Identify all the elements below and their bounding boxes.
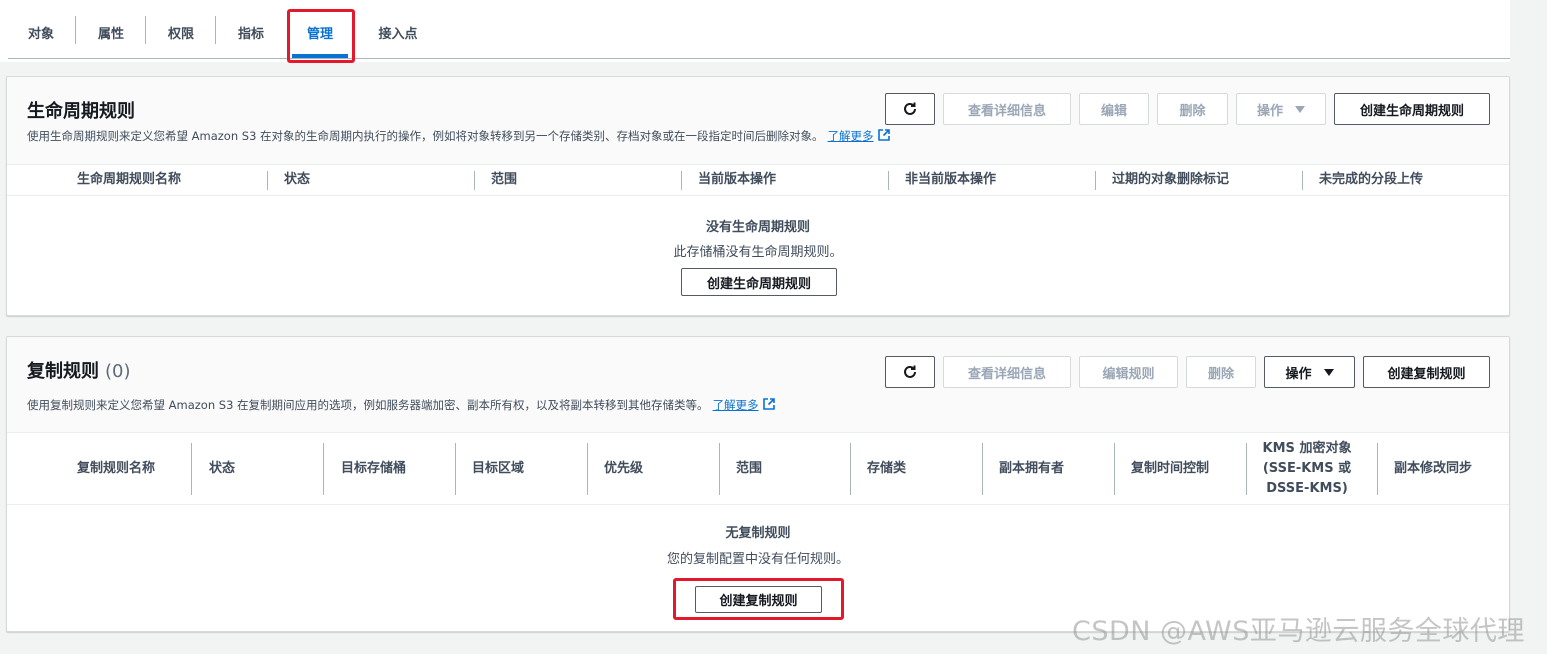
lifecycle-delete-button[interactable]: 删除 (1157, 93, 1228, 125)
column-divider (191, 443, 192, 495)
replication-description: 使用复制规则来定义您希望 Amazon S3 在复制期间应用的选项，例如服务器端… (27, 397, 775, 413)
lifecycle-col-name[interactable]: 生命周期规则名称 (77, 165, 181, 195)
lifecycle-actions-dropdown[interactable]: 操作 (1236, 93, 1326, 125)
replication-col-storage-class[interactable]: 存储类 (867, 433, 906, 504)
column-divider (1095, 171, 1096, 190)
annotation-highlight-tab (287, 9, 355, 63)
lifecycle-col-incomplete-uploads[interactable]: 未完成的分段上传 (1319, 165, 1423, 195)
tab-bar: 对象 属性 权限 指标 管理 接入点 (0, 0, 1510, 62)
replication-col-name[interactable]: 复制规则名称 (77, 433, 155, 504)
lifecycle-col-current-version[interactable]: 当前版本操作 (698, 165, 776, 195)
refresh-icon (904, 365, 916, 378)
replication-col-modification-sync[interactable]: 副本修改同步 (1394, 433, 1472, 504)
replication-title-text: 复制规则 (27, 361, 99, 382)
tab-bar-divider (8, 58, 1510, 59)
column-divider (323, 443, 324, 495)
replication-col-destination-bucket[interactable]: 目标存储桶 (341, 433, 406, 504)
caret-down-icon (1323, 368, 1334, 376)
column-divider (982, 443, 983, 495)
replication-refresh-button[interactable] (885, 356, 935, 388)
lifecycle-refresh-button[interactable] (885, 93, 935, 125)
lifecycle-rules-panel: 生命周期规则 使用生命周期规则来定义您希望 Amazon S3 在对象的生命周期… (6, 76, 1510, 316)
column-divider (587, 443, 588, 495)
lifecycle-empty-create-button[interactable]: 创建生命周期规则 (681, 268, 837, 296)
replication-delete-button[interactable]: 删除 (1186, 356, 1256, 388)
annotation-highlight-create-button (673, 578, 844, 620)
tab-access-points[interactable]: 接入点 (370, 18, 426, 46)
column-divider (1246, 443, 1247, 495)
replication-col-status[interactable]: 状态 (209, 433, 235, 504)
lifecycle-col-status[interactable]: 状态 (284, 165, 310, 195)
replication-col-destination-region[interactable]: 目标区域 (472, 433, 524, 504)
lifecycle-create-button[interactable]: 创建生命周期规则 (1334, 93, 1490, 125)
tab-divider (145, 16, 146, 44)
column-divider (850, 443, 851, 495)
lifecycle-col-noncurrent-version[interactable]: 非当前版本操作 (905, 165, 996, 195)
replication-empty-title: 无复制规则 (725, 526, 791, 541)
lifecycle-actions-label: 操作 (1256, 103, 1283, 119)
column-divider (1302, 171, 1303, 190)
tab-properties[interactable]: 属性 (88, 18, 134, 46)
lifecycle-description-text: 使用生命周期规则来定义您希望 Amazon S3 在对象的生命周期内执行的操作，… (27, 129, 824, 143)
lifecycle-col-scope[interactable]: 范围 (491, 165, 517, 195)
lifecycle-description: 使用生命周期规则来定义您希望 Amazon S3 在对象的生命周期内执行的操作，… (27, 128, 890, 144)
lifecycle-table-header: 生命周期规则名称 状态 范围 当前版本操作 非当前版本操作 过期的对象删除标记 … (7, 165, 1509, 196)
replication-panel-header: 复制规则 (0) 使用复制规则来定义您希望 Amazon S3 在复制期间应用的选… (7, 337, 1509, 433)
watermark: CSDN @AWS亚马逊云服务全球代理 (1072, 616, 1525, 647)
lifecycle-view-details-button[interactable]: 查看详细信息 (943, 93, 1071, 125)
replication-create-button[interactable]: 创建复制规则 (1363, 356, 1490, 388)
tab-objects[interactable]: 对象 (18, 18, 64, 46)
external-link-icon[interactable] (877, 129, 890, 141)
tab-permissions[interactable]: 权限 (158, 18, 204, 46)
lifecycle-learn-more-link[interactable]: 了解更多 (828, 129, 874, 143)
tab-divider (215, 16, 216, 44)
column-divider (455, 443, 456, 495)
column-divider (1114, 443, 1115, 495)
replication-col-kms[interactable]: KMS 加密对象 (SSE-KMS 或 DSSE-KMS) (1251, 433, 1363, 504)
column-divider (267, 171, 268, 190)
column-divider (681, 171, 682, 190)
replication-actions-label: 操作 (1285, 366, 1312, 382)
lifecycle-empty-subtitle: 此存储桶没有生命周期规则。 (673, 245, 843, 260)
external-link-icon[interactable] (762, 398, 775, 410)
lifecycle-edit-button[interactable]: 编辑 (1079, 93, 1149, 125)
column-divider (888, 171, 889, 190)
replication-learn-more-link[interactable]: 了解更多 (713, 398, 759, 412)
column-divider (474, 171, 475, 190)
lifecycle-panel-header: 生命周期规则 使用生命周期规则来定义您希望 Amazon S3 在对象的生命周期… (7, 77, 1509, 165)
replication-col-replica-owner[interactable]: 副本拥有者 (999, 433, 1064, 504)
tab-divider (75, 16, 76, 44)
lifecycle-col-expired-markers[interactable]: 过期的对象删除标记 (1112, 165, 1229, 195)
replication-view-details-button[interactable]: 查看详细信息 (943, 356, 1071, 388)
lifecycle-empty-title: 没有生命周期规则 (705, 220, 810, 235)
replication-empty-subtitle: 您的复制配置中没有任何规则。 (666, 552, 849, 567)
caret-down-icon (1295, 105, 1305, 113)
replication-count: (0) (105, 361, 131, 382)
replication-actions-dropdown[interactable]: 操作 (1264, 356, 1355, 388)
replication-col-scope[interactable]: 范围 (736, 433, 762, 504)
replication-description-text: 使用复制规则来定义您希望 Amazon S3 在复制期间应用的选项，例如服务器端… (27, 398, 709, 412)
replication-table-header: 复制规则名称 状态 目标存储桶 目标区域 优先级 范围 存储类 副本拥有者 复制… (7, 433, 1509, 505)
column-divider (1377, 443, 1378, 495)
replication-col-rtc[interactable]: 复制时间控制 (1131, 433, 1209, 504)
column-divider (719, 443, 720, 495)
replication-edit-button[interactable]: 编辑规则 (1079, 356, 1178, 388)
refresh-icon (904, 102, 916, 115)
tab-metrics[interactable]: 指标 (228, 18, 274, 46)
replication-col-priority[interactable]: 优先级 (604, 433, 643, 504)
replication-title: 复制规则 (0) (27, 357, 131, 383)
lifecycle-title: 生命周期规则 (27, 101, 135, 122)
